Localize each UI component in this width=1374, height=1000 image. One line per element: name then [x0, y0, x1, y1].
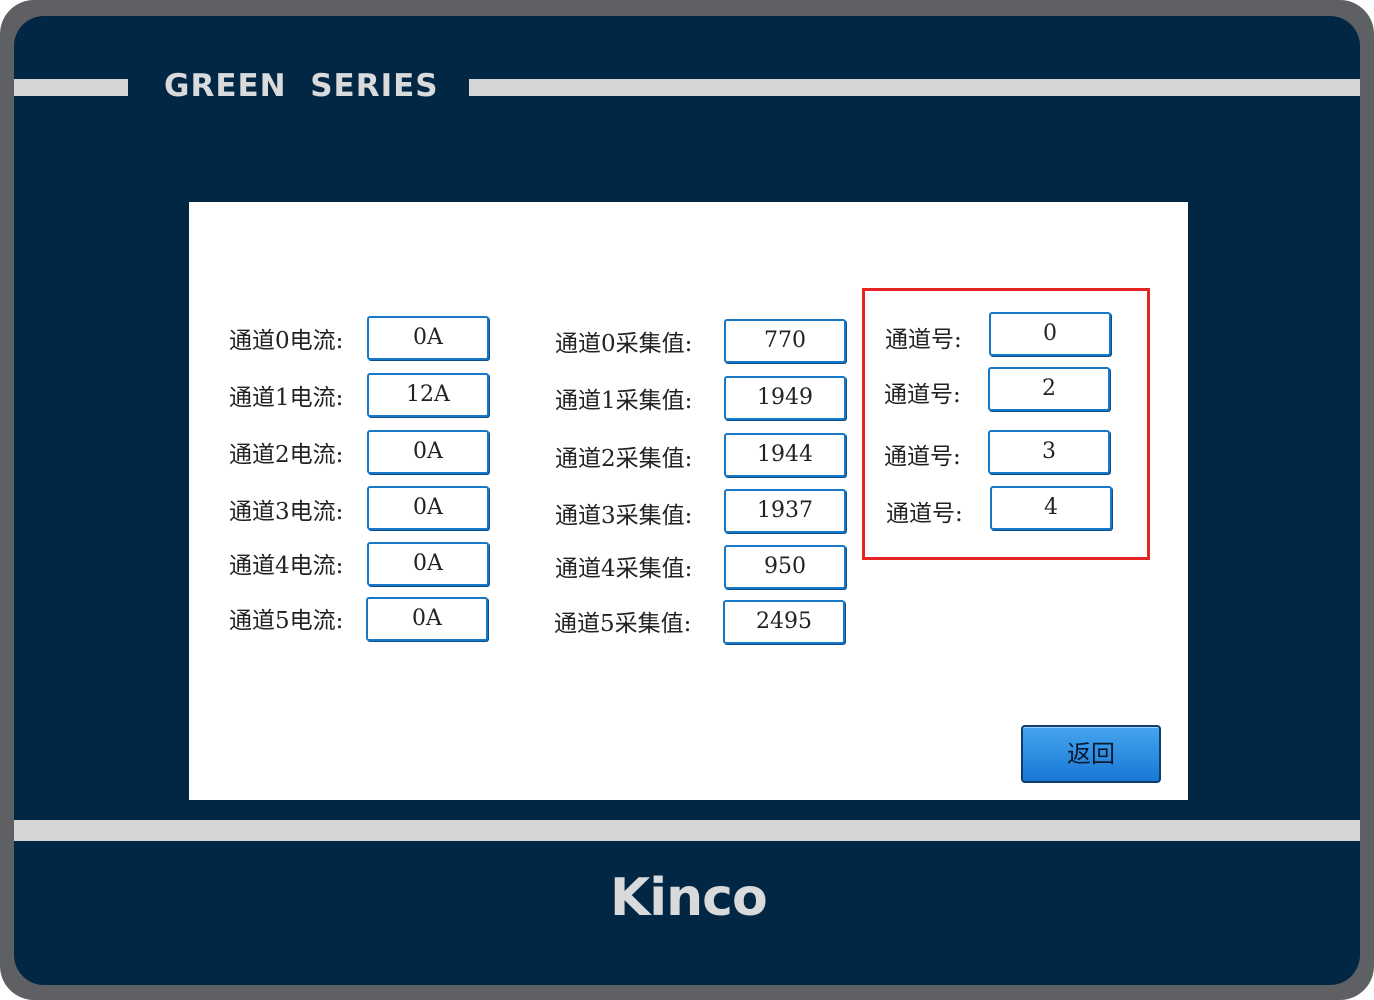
sample-label-1: 通道1采集值: — [555, 388, 693, 414]
current-label-3: 通道3电流: — [229, 499, 344, 525]
sample-value-0[interactable]: 770 — [724, 319, 846, 363]
bottom-stripe — [14, 820, 1360, 841]
current-value-1[interactable]: 12A — [367, 373, 489, 417]
sample-value-4[interactable]: 950 — [724, 545, 846, 589]
current-label-2: 通道2电流: — [229, 442, 344, 468]
brand-logo: Kinco — [610, 868, 768, 928]
sample-label-3: 通道3采集值: — [555, 503, 693, 529]
channel-label-2: 通道号: — [884, 444, 961, 470]
sample-value-1[interactable]: 1949 — [724, 376, 846, 420]
back-button[interactable]: 返回 — [1021, 725, 1161, 783]
sample-label-5: 通道5采集值: — [554, 611, 692, 637]
sample-label-4: 通道4采集值: — [555, 556, 693, 582]
top-stripe-left — [14, 79, 128, 96]
sample-value-2[interactable]: 1944 — [724, 433, 846, 477]
current-value-4[interactable]: 0A — [367, 542, 489, 586]
sample-value-3[interactable]: 1937 — [724, 489, 846, 533]
channel-label-1: 通道号: — [884, 382, 961, 408]
hmi-screen: 通道0电流: 0A 通道1电流: 12A 通道2电流: 0A 通道3电流: 0A… — [189, 202, 1188, 800]
current-label-0: 通道0电流: — [229, 328, 344, 354]
sample-label-2: 通道2采集值: — [555, 446, 693, 472]
current-label-5: 通道5电流: — [229, 608, 344, 634]
channel-label-0: 通道号: — [885, 327, 962, 353]
series-label: GREEN SERIES — [164, 68, 439, 104]
channel-value-0[interactable]: 0 — [989, 312, 1111, 356]
top-stripe-right — [469, 79, 1360, 96]
current-label-4: 通道4电流: — [229, 553, 344, 579]
current-value-5[interactable]: 0A — [366, 597, 488, 641]
current-value-0[interactable]: 0A — [367, 316, 489, 360]
current-value-3[interactable]: 0A — [367, 486, 489, 530]
channel-label-3: 通道号: — [886, 501, 963, 527]
channel-value-1[interactable]: 2 — [988, 367, 1110, 411]
current-label-1: 通道1电流: — [229, 385, 344, 411]
channel-value-2[interactable]: 3 — [988, 430, 1110, 474]
sample-value-5[interactable]: 2495 — [723, 600, 845, 644]
current-value-2[interactable]: 0A — [367, 430, 489, 474]
sample-label-0: 通道0采集值: — [555, 331, 693, 357]
channel-value-3[interactable]: 4 — [990, 486, 1112, 530]
